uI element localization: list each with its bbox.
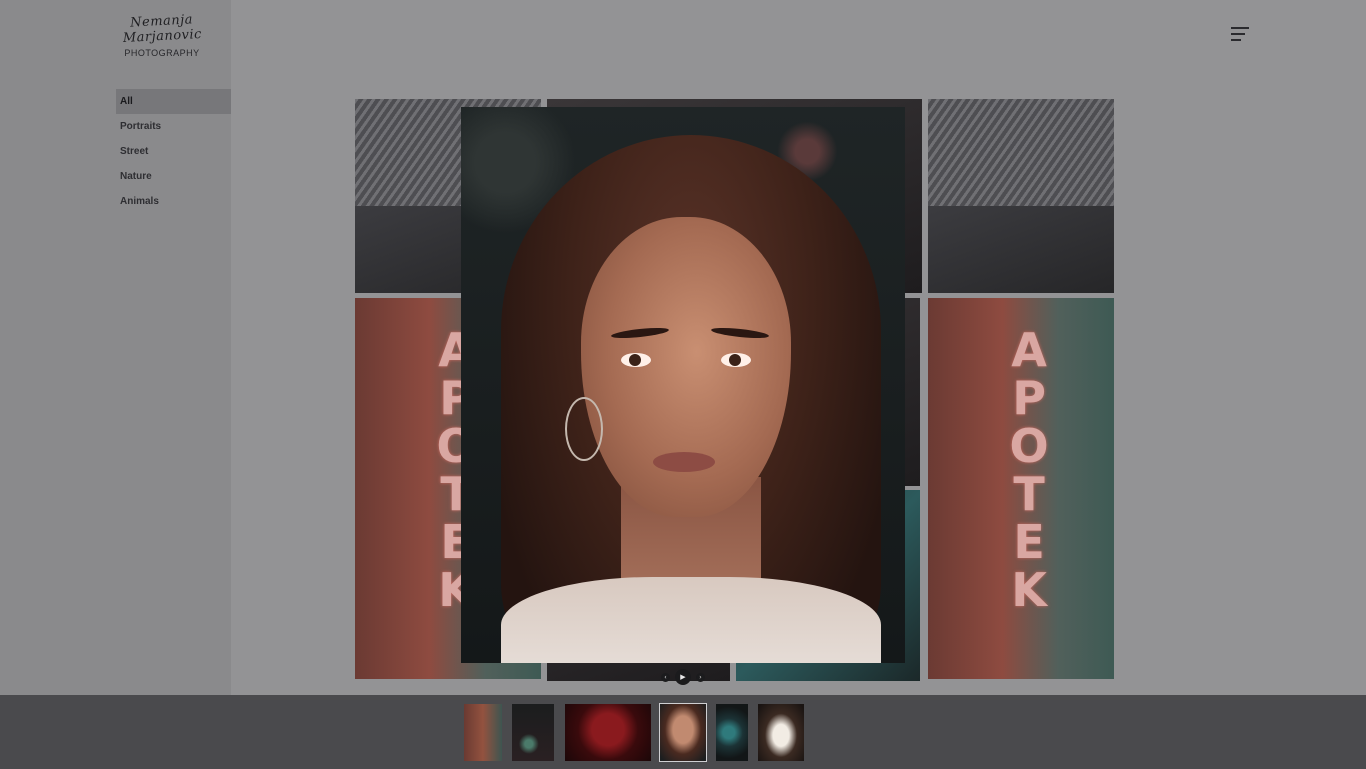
lightbox-photo[interactable] bbox=[461, 107, 905, 663]
chevron-right-icon[interactable]: › bbox=[696, 673, 705, 682]
thumbnail-rose[interactable] bbox=[565, 704, 651, 761]
chevron-left-icon[interactable]: ‹ bbox=[661, 673, 670, 682]
gallery-tile-apotek-right[interactable]: APOTEK bbox=[928, 298, 1114, 679]
apotek-sign-text: APOTEK bbox=[1002, 323, 1057, 611]
thumbnails bbox=[0, 703, 1366, 762]
earring bbox=[565, 397, 603, 461]
category-nav: All Portraits Street Nature Animals bbox=[116, 89, 231, 214]
hamburger-menu-icon[interactable] bbox=[1231, 27, 1249, 41]
thumbnail-apotek[interactable] bbox=[464, 704, 502, 761]
gallery-tile-building-right[interactable] bbox=[928, 99, 1114, 293]
nav-item-all[interactable]: All bbox=[116, 89, 231, 114]
thumbnail-portrait[interactable] bbox=[659, 703, 707, 762]
nav-item-street[interactable]: Street bbox=[116, 139, 231, 164]
nav-item-portraits[interactable]: Portraits bbox=[116, 114, 231, 139]
brand-script-name: Nemanja Marjanovic bbox=[122, 12, 203, 47]
brand-subtitle: PHOTOGRAPHY bbox=[124, 48, 200, 58]
thumbnail-leaves[interactable] bbox=[716, 704, 748, 761]
sidebar: Nemanja Marjanovic PHOTOGRAPHY All Portr… bbox=[0, 0, 231, 695]
slideshow-controls: ‹ ▶ › bbox=[661, 669, 707, 685]
play-icon[interactable]: ▶ bbox=[675, 669, 691, 685]
thumbnail-street-night[interactable] bbox=[512, 704, 554, 761]
nav-item-animals[interactable]: Animals bbox=[116, 189, 231, 214]
brand-logo[interactable]: Nemanja Marjanovic PHOTOGRAPHY bbox=[112, 12, 212, 58]
nav-item-nature[interactable]: Nature bbox=[116, 164, 231, 189]
thumbnail-dog[interactable] bbox=[758, 704, 804, 761]
